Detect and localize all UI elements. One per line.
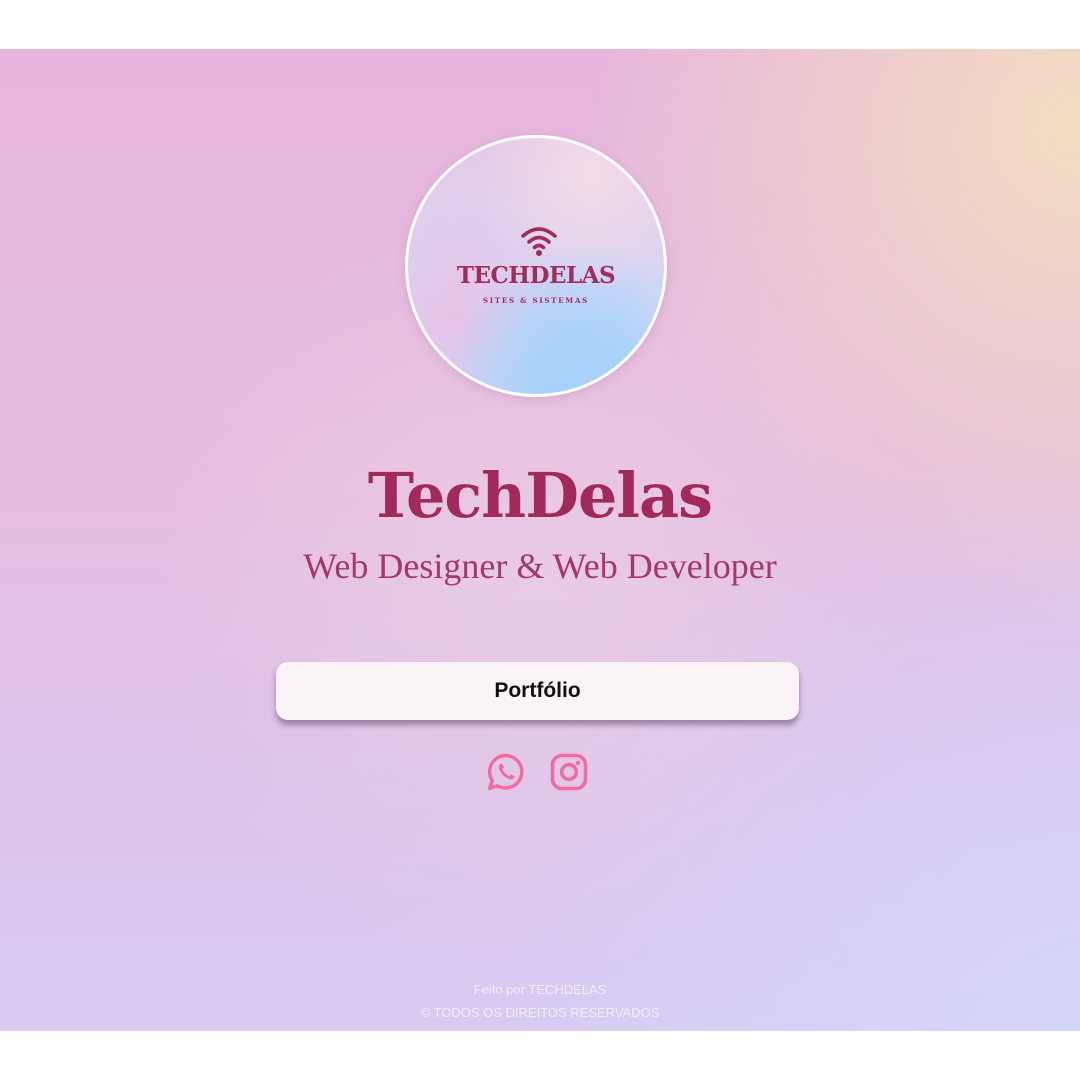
instagram-icon <box>550 753 588 791</box>
whatsapp-icon <box>487 753 524 791</box>
footer-copyright: © TODOS OS DIREITOS RESERVADOS <box>420 1005 660 1020</box>
footer: Feito por TECHDELAS © TODOS OS DIREITOS … <box>0 978 1080 1024</box>
page-title: TechDelas <box>367 459 713 532</box>
link-page: TECHDELAS SITES & SISTEMAS TechDelas Web… <box>0 49 1080 1031</box>
logo-avatar: TECHDELAS SITES & SISTEMAS <box>405 135 667 397</box>
social-links <box>486 752 590 792</box>
logo-brand-word: TECHDELAS <box>456 262 616 289</box>
portfolio-button[interactable]: Portfólio <box>276 662 799 720</box>
footer-made-by: Feito por TECHDELAS <box>473 982 607 997</box>
wifi-icon <box>521 227 557 256</box>
logo-tagline: SITES & SISTEMAS <box>482 296 590 305</box>
whatsapp-link[interactable] <box>486 752 526 792</box>
page-subtitle: Web Designer & Web Developer <box>303 546 777 586</box>
instagram-link[interactable] <box>549 752 589 792</box>
